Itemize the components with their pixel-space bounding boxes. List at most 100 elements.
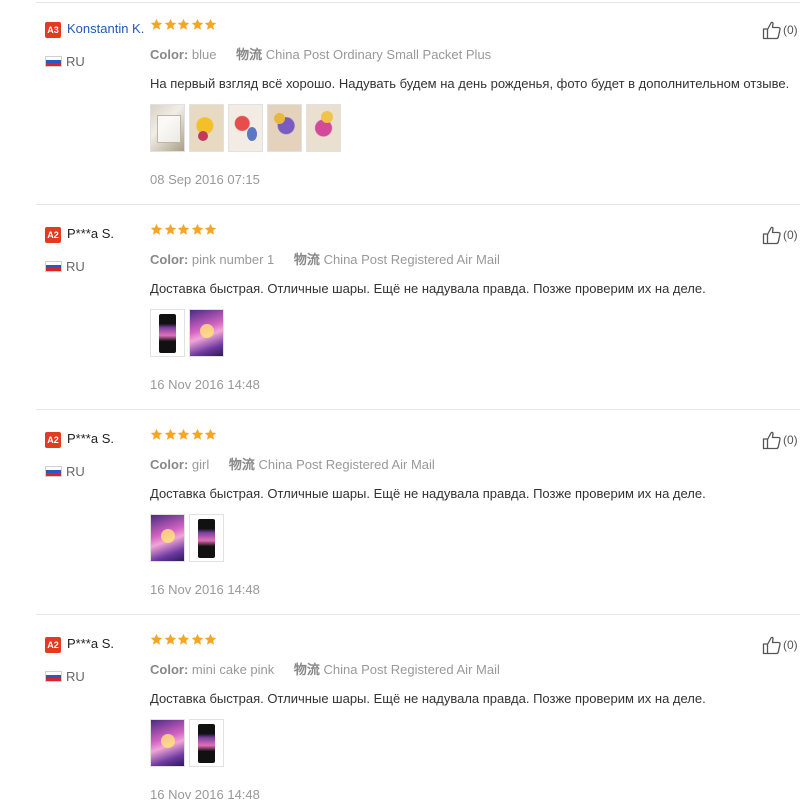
shipping-method: China Post Registered Air Mail (323, 662, 500, 677)
review-date: 16 Nov 2016 14:48 (150, 582, 260, 597)
country-flag-icon (45, 261, 62, 272)
buyer-level-badge: A2 (45, 227, 61, 243)
star-icon (150, 428, 163, 441)
review-text: Доставка быстрая. Отличные шары. Ещё не … (150, 691, 706, 706)
review-photo-thumbnail[interactable] (150, 104, 185, 152)
feedback-list: A3 Konstantin K. RU Color: blue 物流 China… (0, 0, 800, 800)
star-rating (150, 428, 218, 448)
star-icon (164, 428, 177, 441)
star-icon (204, 633, 217, 646)
color-label: Color: (150, 252, 189, 267)
star-rating (150, 223, 218, 243)
country-flag-icon (45, 671, 62, 682)
reviewer-country: RU (66, 669, 85, 684)
review-text: Доставка быстрая. Отличные шары. Ещё не … (150, 281, 706, 296)
helpful-button[interactable]: (0) (762, 20, 798, 40)
review-item: A2 P***a S. RU Color: mini cake pink 物流 … (0, 615, 800, 800)
star-icon (191, 633, 204, 646)
shipping-label: 物流 (293, 252, 320, 267)
review-photo-thumbnail[interactable] (150, 719, 185, 767)
order-info: Color: girl 物流 China Post Registered Air… (150, 456, 435, 474)
star-icon (204, 223, 217, 236)
helpful-count: (0) (783, 433, 798, 447)
review-photo-thumbnail[interactable] (189, 309, 224, 357)
review-photo-thumbnail[interactable] (228, 104, 263, 152)
reviewer-name: P***a S. (67, 636, 114, 651)
star-rating (150, 633, 218, 653)
shipping-label: 物流 (236, 47, 263, 62)
review-item: A2 P***a S. RU Color: pink number 1 物流 C… (0, 205, 800, 410)
star-icon (177, 428, 190, 441)
color-value: blue (191, 47, 217, 62)
thumbs-up-icon (762, 225, 782, 245)
review-photos (150, 719, 228, 767)
helpful-count: (0) (783, 638, 798, 652)
shipping-method: China Post Registered Air Mail (323, 252, 500, 267)
helpful-button[interactable]: (0) (762, 635, 798, 655)
order-info: Color: mini cake pink 物流 China Post Regi… (150, 661, 500, 679)
review-photo-thumbnail[interactable] (189, 514, 224, 562)
review-item: A3 Konstantin K. RU Color: blue 物流 China… (0, 0, 800, 205)
review-text: На первый взгляд всё хорошо. Надувать бу… (150, 76, 790, 91)
shipping-method: China Post Ordinary Small Packet Plus (265, 47, 492, 62)
review-photo-thumbnail[interactable] (150, 309, 185, 357)
color-label: Color: (150, 47, 189, 62)
shipping-label: 物流 (293, 662, 320, 677)
star-icon (150, 18, 163, 31)
reviewer-name[interactable]: Konstantin K. (67, 20, 144, 38)
reviewer-country: RU (66, 464, 85, 479)
reviewer-name: P***a S. (67, 431, 114, 446)
review-item: A2 P***a S. RU Color: girl 物流 China Post… (0, 410, 800, 615)
review-photos (150, 309, 228, 357)
color-value: girl (191, 457, 210, 472)
star-rating (150, 18, 218, 38)
reviewer-name: P***a S. (67, 226, 114, 241)
reviewer-country: RU (66, 54, 85, 69)
star-icon (164, 633, 177, 646)
star-icon (150, 633, 163, 646)
review-date: 16 Nov 2016 14:48 (150, 377, 260, 392)
star-icon (177, 223, 190, 236)
color-label: Color: (150, 662, 189, 677)
star-icon (191, 223, 204, 236)
helpful-button[interactable]: (0) (762, 430, 798, 450)
order-info: Color: pink number 1 物流 China Post Regis… (150, 251, 500, 269)
review-date: 16 Nov 2016 14:48 (150, 787, 260, 800)
review-photo-thumbnail[interactable] (189, 104, 224, 152)
color-label: Color: (150, 457, 189, 472)
buyer-level-badge: A3 (45, 22, 61, 38)
review-date: 08 Sep 2016 07:15 (150, 172, 260, 187)
review-photo-thumbnail[interactable] (306, 104, 341, 152)
helpful-count: (0) (783, 228, 798, 242)
star-icon (191, 428, 204, 441)
star-icon (204, 18, 217, 31)
helpful-count: (0) (783, 23, 798, 37)
review-photos (150, 104, 345, 152)
review-photo-thumbnail[interactable] (189, 719, 224, 767)
buyer-level-badge: A2 (45, 432, 61, 448)
review-text: Доставка быстрая. Отличные шары. Ещё не … (150, 486, 706, 501)
country-flag-icon (45, 466, 62, 477)
reviewer-country: RU (66, 259, 85, 274)
thumbs-up-icon (762, 635, 782, 655)
thumbs-up-icon (762, 20, 782, 40)
star-icon (150, 223, 163, 236)
helpful-button[interactable]: (0) (762, 225, 798, 245)
review-photo-thumbnail[interactable] (150, 514, 185, 562)
review-photos (150, 514, 228, 562)
shipping-label: 物流 (228, 457, 255, 472)
color-value: mini cake pink (191, 662, 275, 677)
thumbs-up-icon (762, 430, 782, 450)
country-flag-icon (45, 56, 62, 67)
color-value: pink number 1 (191, 252, 275, 267)
review-photo-thumbnail[interactable] (267, 104, 302, 152)
star-icon (164, 18, 177, 31)
order-info: Color: blue 物流 China Post Ordinary Small… (150, 46, 491, 64)
star-icon (177, 18, 190, 31)
buyer-level-badge: A2 (45, 637, 61, 653)
star-icon (164, 223, 177, 236)
star-icon (177, 633, 190, 646)
star-icon (191, 18, 204, 31)
shipping-method: China Post Registered Air Mail (258, 457, 435, 472)
star-icon (204, 428, 217, 441)
